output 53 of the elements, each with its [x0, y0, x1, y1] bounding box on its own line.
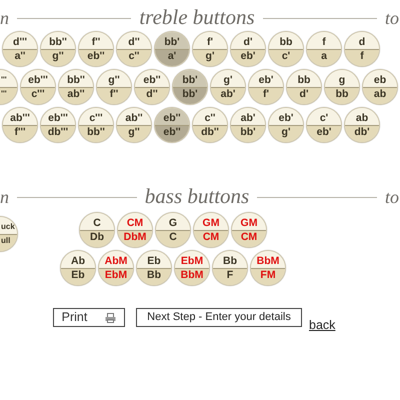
note-button[interactable]: eb' f': [248, 69, 284, 105]
note-button[interactable]: Ab Eb: [60, 250, 96, 286]
note-button[interactable]: c' eb': [306, 107, 342, 143]
note-button[interactable]: eb' g': [268, 107, 304, 143]
note-button[interactable]: ab''' f''': [2, 107, 38, 143]
note-button[interactable]: f' g': [192, 31, 228, 67]
note-button[interactable]: bb'' ab'': [58, 69, 94, 105]
note-button[interactable]: bb c': [268, 31, 304, 67]
note-button[interactable]: d'' c'': [116, 31, 152, 67]
note-button[interactable]: GM CM: [231, 212, 267, 248]
note-button[interactable]: C Db: [79, 212, 115, 248]
note-button[interactable]: ''' ''': [0, 69, 18, 105]
next-step-button[interactable]: Next Step - Enter your details: [136, 308, 302, 327]
note-button[interactable]: c''' bb'': [78, 107, 114, 143]
note-button[interactable]: f'' eb'': [78, 31, 114, 67]
note-button[interactable]: EbM BbM: [174, 250, 210, 286]
section-title: treble buttons: [139, 4, 255, 32]
note-button[interactable]: eb'' eb'': [154, 107, 190, 143]
note-button[interactable]: g' ab': [210, 69, 246, 105]
note-button[interactable]: d''' a'': [2, 31, 38, 67]
note-button[interactable]: d f: [344, 31, 380, 67]
note-button[interactable]: G C: [155, 212, 191, 248]
note-button[interactable]: Bb F: [212, 250, 248, 286]
note-button[interactable]: f a: [306, 31, 342, 67]
note-button[interactable]: ab'' g'': [116, 107, 152, 143]
section-title: bass buttons: [144, 183, 250, 210]
note-button[interactable]: GM CM: [193, 212, 229, 248]
print-button[interactable]: Print: [53, 308, 125, 327]
note-button[interactable]: bb' bb': [172, 69, 208, 105]
note-button[interactable]: ab' bb': [230, 107, 266, 143]
note-button[interactable]: Eb Bb: [136, 250, 172, 286]
note-button[interactable]: eb'' d'': [134, 69, 170, 105]
heading-fragment: n: [0, 186, 9, 208]
heading-fragment: n: [0, 6, 9, 30]
note-button[interactable]: uck ull: [0, 216, 18, 252]
note-button[interactable]: bb' a': [154, 31, 190, 67]
note-button[interactable]: bb d': [286, 69, 322, 105]
heading-fragment: to: [385, 186, 400, 208]
note-button[interactable]: eb ab: [362, 69, 398, 105]
note-button[interactable]: BbM FM: [250, 250, 286, 286]
note-button[interactable]: eb''' c''': [20, 69, 56, 105]
note-button[interactable]: c'' db'': [192, 107, 228, 143]
note-button[interactable]: bb'' g'': [40, 31, 76, 67]
heading-fragment: to: [384, 6, 399, 30]
note-button[interactable]: CM DbM: [117, 212, 153, 248]
note-button[interactable]: AbM EbM: [98, 250, 134, 286]
note-button[interactable]: g bb: [324, 69, 360, 105]
printer-icon: [105, 312, 116, 322]
note-button[interactable]: eb''' db''': [40, 107, 76, 143]
note-button[interactable]: ab db': [344, 107, 380, 143]
note-button[interactable]: g'' f'': [96, 69, 132, 105]
note-button[interactable]: d' eb': [230, 31, 266, 67]
back-link[interactable]: back: [309, 316, 336, 335]
